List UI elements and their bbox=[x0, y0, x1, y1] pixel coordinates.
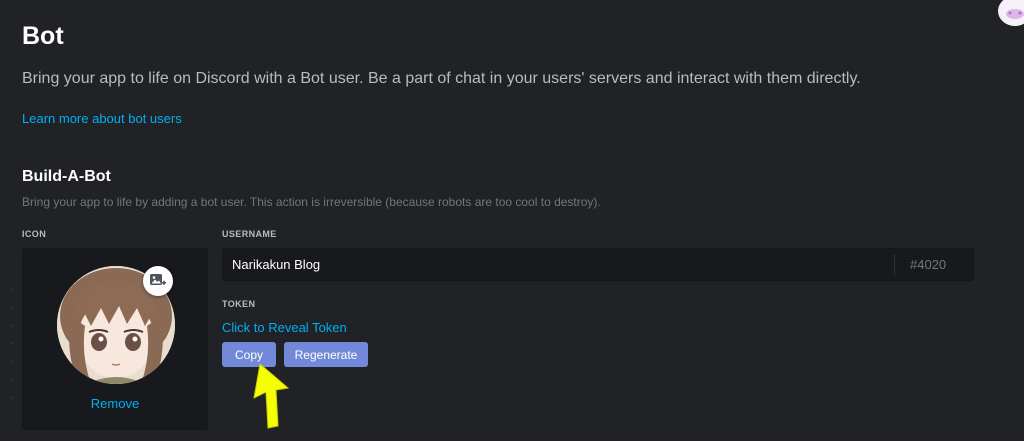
image-upload-icon[interactable] bbox=[143, 266, 173, 296]
section-subtitle: Bring your app to life by adding a bot u… bbox=[22, 195, 601, 209]
token-label: TOKEN bbox=[222, 299, 256, 309]
user-avatar-icon[interactable] bbox=[998, 0, 1024, 26]
pointer-arrow-icon bbox=[248, 362, 292, 430]
icon-label: ICON bbox=[22, 229, 47, 239]
page-title: Bot bbox=[22, 22, 64, 50]
username-input[interactable] bbox=[223, 249, 891, 280]
remove-icon-link[interactable]: Remove bbox=[23, 396, 207, 411]
regenerate-token-button[interactable]: Regenerate bbox=[284, 342, 368, 367]
username-label: USERNAME bbox=[222, 229, 277, 239]
username-field[interactable]: #4020 bbox=[222, 248, 974, 281]
discriminator: #4020 bbox=[894, 254, 973, 275]
page-description: Bring your app to life on Discord with a… bbox=[22, 70, 861, 87]
reveal-token-link[interactable]: Click to Reveal Token bbox=[222, 320, 347, 335]
learn-more-link[interactable]: Learn more about bot users bbox=[22, 111, 182, 126]
bot-icon-uploader[interactable]: Remove bbox=[22, 248, 208, 430]
side-dots bbox=[11, 288, 15, 414]
section-title: Build-A-Bot bbox=[22, 168, 111, 185]
bot-settings-page: Bot Bring your app to life on Discord wi… bbox=[0, 0, 1024, 441]
